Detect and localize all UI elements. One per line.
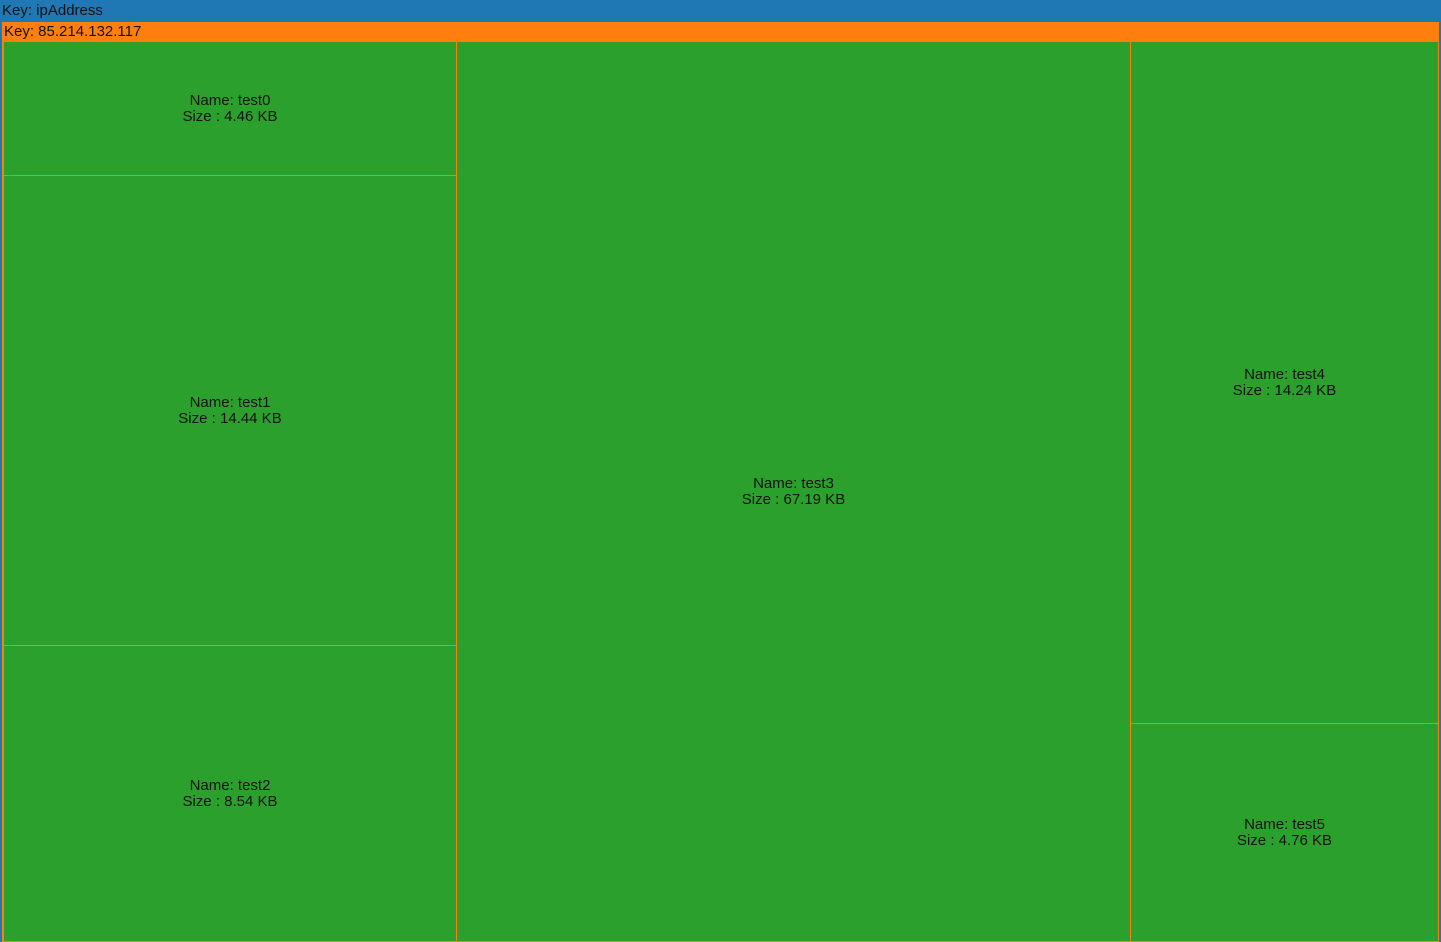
cell-name: Name: test0 bbox=[189, 91, 271, 109]
cell-size: Size : 8.54 KB bbox=[182, 792, 278, 810]
cell-name: Name: test4 bbox=[1244, 365, 1325, 383]
treemap-cell-test5[interactable]: Name: test5 Size : 4.76 KB bbox=[1130, 723, 1439, 942]
cell-size: Size : 14.44 KB bbox=[178, 409, 282, 427]
treemap-cell-test4[interactable]: Name: test4 Size : 14.24 KB bbox=[1130, 41, 1439, 724]
cell-size: Size : 14.24 KB bbox=[1232, 381, 1337, 399]
root-key-label[interactable]: Key: ipAddress bbox=[1, 1, 1441, 22]
cell-name: Name: test2 bbox=[189, 776, 271, 794]
treemap-root: Key: ipAddress Key: 85.214.132.117 Name:… bbox=[0, 0, 1441, 942]
ip-group: Key: 85.214.132.117 Name: test0 Size : 4… bbox=[2, 22, 1439, 942]
cell-size: Size : 67.19 KB bbox=[741, 490, 846, 508]
treemap-cell-test3[interactable]: Name: test3 Size : 67.19 KB bbox=[456, 41, 1131, 942]
treemap-cell-test0[interactable]: Name: test0 Size : 4.46 KB bbox=[3, 41, 457, 176]
cell-name: Name: test1 bbox=[189, 393, 271, 411]
cell-size: Size : 4.76 KB bbox=[1236, 831, 1333, 849]
cell-size: Size : 4.46 KB bbox=[182, 107, 278, 125]
treemap-cell-test1[interactable]: Name: test1 Size : 14.44 KB bbox=[3, 175, 457, 646]
treemap-cell-test2[interactable]: Name: test2 Size : 8.54 KB bbox=[3, 645, 457, 942]
cell-name: Name: test3 bbox=[753, 474, 834, 492]
cell-name: Name: test5 bbox=[1244, 815, 1325, 833]
group-key-label[interactable]: Key: 85.214.132.117 bbox=[2, 22, 1439, 41]
